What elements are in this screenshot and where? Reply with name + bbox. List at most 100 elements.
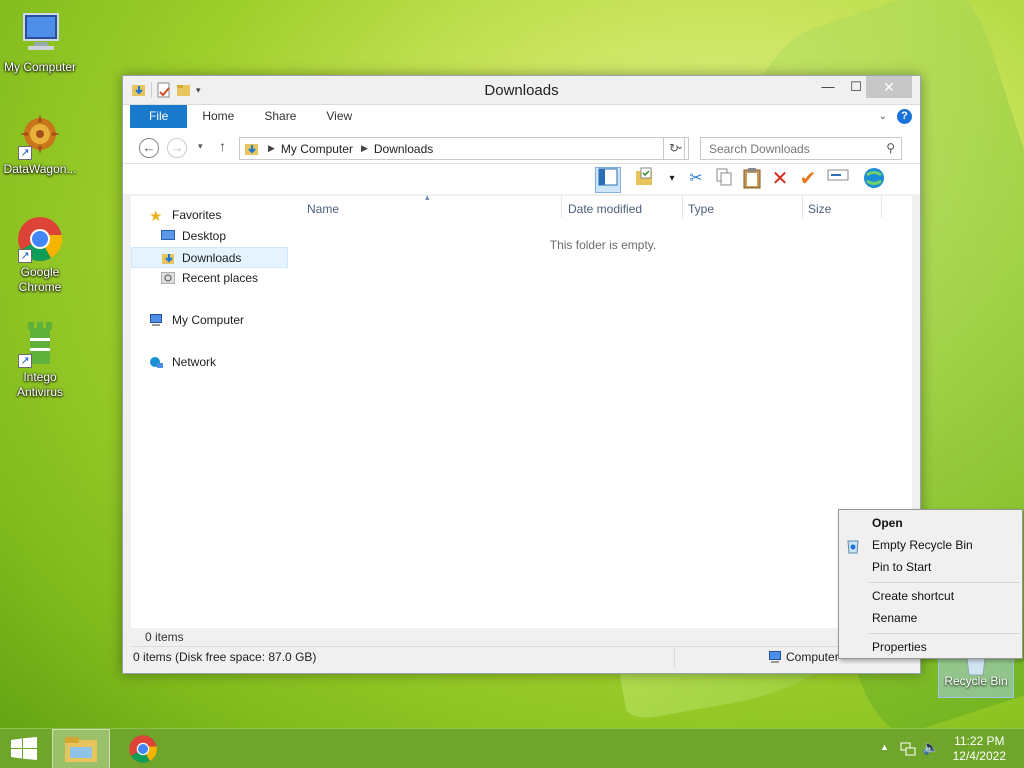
desktop-icon-label: Google Chrome [18,265,62,294]
desktop-icon-label: Intego Antivirus [16,370,63,399]
delete-icon[interactable]: ✕ [767,167,793,193]
desktop-icon-datawagon[interactable]: ↗ DataWagon... [0,112,80,177]
up-arrow-icon[interactable]: ↑ [219,138,226,154]
file-list-pane: ▴ Name Date modified Type Size This fold… [294,192,912,628]
address-row: ← → ▾ ↑ ▶ My Computer ▶ Downloads ⌄ ↻ Se… [123,128,920,164]
taskbar-google-chrome[interactable] [114,729,172,768]
intego-tower-icon: ↗ [16,320,64,368]
minimize-button[interactable]: — [814,76,842,98]
column-header-date-modified[interactable]: Date modified [568,202,642,216]
breadcrumb-my-computer[interactable]: My Computer [281,142,353,156]
network-tray-icon[interactable] [900,741,916,757]
rename-icon[interactable] [825,167,851,193]
desktop-icon-label: DataWagon... [3,162,77,176]
nav-network[interactable]: Network [131,352,288,373]
cut-icon[interactable]: ✂ [683,167,709,193]
forward-button[interactable]: → [167,138,187,158]
computer-icon [769,651,781,663]
menu-item-rename[interactable]: Rename [872,611,917,625]
clock-time: 11:22 PM [954,734,1005,748]
taskbar-file-explorer[interactable] [52,729,110,768]
search-placeholder: Search Downloads [709,142,810,156]
ribbon-tabs: File Home Share View ⌄ ? [123,104,920,128]
preview-pane-icon[interactable] [595,167,621,193]
column-divider[interactable] [881,196,882,218]
tab-file[interactable]: File [130,105,188,128]
downloads-folder-icon [245,143,258,155]
column-header-name[interactable]: Name [307,202,339,216]
menu-separator [869,633,1020,634]
content-area: ★ Favorites Desktop Downloads Recent pla… [131,192,912,628]
chrome-icon: ↗ [16,215,64,263]
status-bar: 0 items (Disk free space: 87.0 GB) Compu… [131,646,912,668]
column-divider[interactable] [682,196,683,218]
check-icon[interactable]: ✔ [795,167,821,193]
volume-icon[interactable]: 🔈 [922,739,939,756]
search-icon: ⚲ [886,141,895,155]
recycle-bin-small-icon [847,540,859,554]
menu-item-properties[interactable]: Properties [872,640,927,654]
file-explorer-icon [65,737,97,762]
menu-item-create-shortcut[interactable]: Create shortcut [872,589,954,603]
downloads-folder-icon [162,254,174,264]
help-icon[interactable]: ? [897,109,912,124]
nav-my-computer[interactable]: My Computer [131,310,288,331]
recent-places-icon [161,272,175,284]
desktop-icon-my-computer[interactable]: My Computer [0,10,80,75]
shortcut-arrow-icon: ↗ [18,354,32,368]
recent-locations-dropdown-icon[interactable]: ▾ [198,141,203,152]
nav-desktop[interactable]: Desktop [131,226,288,247]
address-bar[interactable]: ▶ My Computer ▶ Downloads ⌄ [239,137,689,160]
close-button[interactable]: ✕ [866,76,912,98]
clock[interactable]: 11:22 PM 12/4/2022 [953,734,1006,764]
globe-icon[interactable] [861,167,887,193]
refresh-button[interactable]: ↻ [663,137,685,160]
system-tray: ▲ 🔈 11:22 PM 12/4/2022 [864,729,1024,768]
status-disk-space: 0 items (Disk free space: 87.0 GB) [133,650,317,664]
sort-ascending-icon: ▴ [425,192,430,202]
folder-options-dropdown-icon[interactable]: ▾ [659,167,685,193]
column-header-size[interactable]: Size [808,202,831,216]
tab-view[interactable]: View [311,105,367,128]
item-count: 0 items [145,630,184,644]
folder-options-icon[interactable] [633,167,659,193]
empty-folder-message: This folder is empty. [549,238,657,252]
desktop-icon-label: My Computer [3,60,77,74]
start-button[interactable] [10,737,38,761]
menu-item-empty-recycle-bin[interactable]: Empty Recycle Bin [872,538,973,552]
menu-item-open[interactable]: Open [872,516,903,530]
menu-separator [869,582,1020,583]
chrome-icon [129,735,157,763]
tab-home[interactable]: Home [187,105,249,128]
shortcut-arrow-icon: ↗ [18,146,32,160]
expand-ribbon-icon[interactable]: ⌄ [879,111,887,122]
desktop-icon [161,230,175,240]
taskbar: ▲ 🔈 11:22 PM 12/4/2022 [0,728,1024,768]
desktop-icon-google-chrome[interactable]: ↗ Google Chrome [0,215,80,295]
show-hidden-icons-icon[interactable]: ▲ [880,742,889,752]
column-header-type[interactable]: Type [688,202,714,216]
nav-favorites[interactable]: ★ Favorites [131,205,288,226]
star-icon: ★ [149,208,163,225]
search-input[interactable]: Search Downloads ⚲ [700,137,902,160]
paste-icon[interactable] [739,167,765,193]
title-bar[interactable]: ▾ Downloads — ☐ ✕ [123,76,920,104]
column-divider[interactable] [802,196,803,218]
nav-recent-places[interactable]: Recent places [131,268,288,289]
tab-share[interactable]: Share [249,105,311,128]
windows-logo-icon [11,737,37,760]
back-button[interactable]: ← [139,138,159,158]
breadcrumb-separator-icon: ▶ [268,143,275,153]
breadcrumb-separator-icon: ▶ [360,143,368,153]
recycle-bin-label: Recycle Bin [944,674,1008,688]
column-divider[interactable] [561,196,562,218]
desktop-icon-intego-antivirus[interactable]: ↗ Intego Antivirus [0,320,80,400]
status-location: Computer [768,647,839,668]
breadcrumb-downloads[interactable]: Downloads [374,142,433,156]
my-computer-icon [16,10,64,58]
computer-icon [150,314,162,326]
copy-icon[interactable] [711,167,737,193]
nav-downloads[interactable]: Downloads [131,247,288,268]
menu-item-pin-to-start[interactable]: Pin to Start [872,560,931,574]
shortcut-arrow-icon: ↗ [18,249,32,263]
